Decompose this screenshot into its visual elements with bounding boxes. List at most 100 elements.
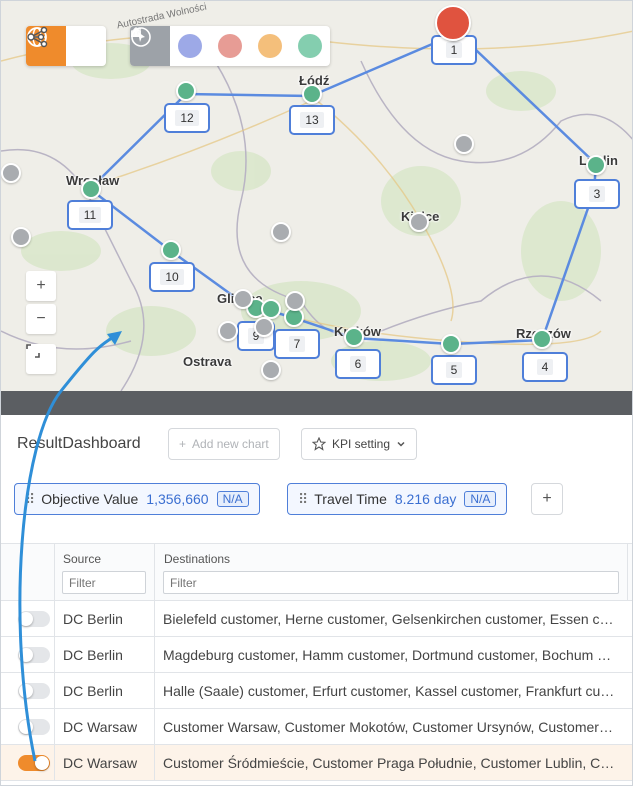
add-chart-button[interactable]: + Add new chart (168, 428, 280, 460)
stop-box-4[interactable]: 4 (522, 352, 568, 382)
row-toggle[interactable] (18, 683, 50, 699)
column-header-destinations[interactable]: Destinations (164, 552, 230, 566)
stop-box-12[interactable]: 12 (164, 103, 210, 133)
column-divider (54, 601, 55, 637)
kpi-value: 1,356,660 (146, 491, 209, 507)
inactive-pin[interactable] (11, 227, 31, 247)
stop-box-3[interactable]: 3 (574, 179, 620, 209)
stop-box-7[interactable]: 7 (274, 329, 320, 359)
inactive-pin[interactable] (218, 321, 238, 341)
route-map[interactable]: Autostrada Wolności Łódź Wrocław Kielce … (1, 1, 632, 391)
row-toggle[interactable] (18, 647, 50, 663)
table-row[interactable]: DC Berlin Magdeburg customer, Hamm custom… (1, 637, 632, 673)
inactive-pin[interactable] (261, 360, 281, 380)
map-tools (130, 26, 330, 66)
panel-resize-handle[interactable] (1, 391, 632, 415)
drag-handle-icon[interactable]: ⠿ (298, 491, 308, 508)
table-body: DC Berlin Bielefeld customer, Herne custo… (1, 601, 632, 781)
zoom-in-button[interactable]: + (26, 271, 56, 301)
stop-box-10[interactable]: 10 (149, 262, 195, 292)
plus-icon: + (179, 437, 187, 451)
stop-number: 13 (300, 112, 324, 128)
column-divider (54, 745, 55, 781)
customer-pin[interactable] (176, 81, 196, 101)
customer-pin[interactable] (344, 327, 364, 347)
inactive-pin[interactable] (454, 134, 474, 154)
kpi-value: 8.216 day (394, 491, 457, 507)
column-divider (54, 544, 55, 601)
city-label-ostrava: Ostrava (183, 354, 232, 369)
column-divider (154, 637, 155, 673)
add-transfer-button[interactable] (132, 26, 330, 66)
table-row[interactable]: DC Berlin Bielefeld customer, Herne custo… (1, 601, 632, 637)
table-header: Source Destinations (1, 544, 632, 601)
destinations-cell: Bielefeld customer, Herne customer, Gels… (163, 611, 615, 627)
fit-view-button[interactable] (26, 344, 56, 374)
customer-pin[interactable] (586, 155, 606, 175)
table-row[interactable]: DC Warsaw Customer Śródmieście, Customer … (1, 745, 632, 781)
column-divider (54, 709, 55, 745)
source-cell: DC Berlin (63, 611, 123, 627)
stop-box-6[interactable]: 6 (335, 349, 381, 379)
map-mode-toggle (26, 26, 106, 66)
inactive-pin[interactable] (409, 212, 429, 232)
stop-number: 3 (588, 186, 606, 202)
kpi-setting-button[interactable]: KPI setting (301, 428, 418, 460)
add-warehouse-icon (131, 28, 242, 58)
destinations-cell: Magdeburg customer, Hamm customer, Dortm… (163, 647, 615, 663)
inactive-pin[interactable] (271, 222, 291, 242)
kpi-label: Objective Value (41, 491, 139, 507)
column-divider (154, 673, 155, 709)
inactive-pin[interactable] (285, 291, 305, 311)
customer-pin[interactable] (302, 84, 322, 104)
customer-pin[interactable] (532, 329, 552, 349)
kpi-card-objective[interactable]: ⠿ Objective Value 1,356,660 N/A (14, 483, 260, 515)
customer-pin[interactable] (261, 299, 281, 319)
column-divider (54, 637, 55, 673)
source-cell: DC Berlin (63, 647, 123, 663)
kpi-card-travel-time[interactable]: ⠿ Travel Time 8.216 day N/A (287, 483, 508, 515)
graph-icon (27, 26, 48, 48)
column-divider (54, 673, 55, 709)
add-factory-icon (131, 28, 282, 58)
chevron-down-icon (397, 441, 405, 447)
column-divider (154, 709, 155, 745)
stop-box-13[interactable]: 13 (289, 105, 335, 135)
customer-pin[interactable] (441, 334, 461, 354)
add-factory-button[interactable] (131, 26, 290, 66)
column-divider (154, 745, 155, 781)
add-kpi-button[interactable]: + (531, 483, 563, 515)
route-table: Source Destinations DC Berlin Bielefeld c… (1, 543, 632, 781)
inactive-pin[interactable] (254, 317, 274, 337)
source-cell: DC Warsaw (63, 719, 138, 735)
depot-marker[interactable] (435, 5, 471, 41)
app-window: Autostrada Wolności Łódź Wrocław Kielce … (0, 0, 633, 786)
customer-pin[interactable] (161, 240, 181, 260)
panel-title-result: Result (17, 435, 63, 452)
stop-box-11[interactable]: 11 (67, 200, 113, 230)
inactive-pin[interactable] (1, 163, 21, 183)
drag-handle-icon[interactable]: ⠿ (25, 491, 35, 508)
stop-number: 12 (175, 110, 199, 126)
panel-title-dashboard: Dashboard (62, 435, 141, 452)
column-divider (627, 544, 628, 601)
source-filter-input[interactable] (62, 571, 146, 594)
add-customer-button[interactable] (131, 26, 210, 66)
row-toggle[interactable] (18, 755, 50, 771)
table-row[interactable]: DC Warsaw Customer Warsaw, Customer Mokot… (1, 709, 632, 745)
star-icon (312, 437, 326, 451)
add-warehouse-button[interactable] (131, 26, 250, 66)
destinations-cell: Customer Warsaw, Customer Mokotów, Custo… (163, 719, 615, 735)
stop-number: 11 (78, 207, 102, 223)
row-toggle[interactable] (18, 611, 50, 627)
customer-pin[interactable] (81, 179, 101, 199)
inactive-pin[interactable] (233, 289, 253, 309)
column-divider (154, 601, 155, 637)
zoom-out-button[interactable]: − (26, 304, 56, 334)
table-row[interactable]: DC Berlin Halle (Saale) customer, Erfurt … (1, 673, 632, 709)
column-header-source[interactable]: Source (63, 552, 101, 566)
stop-box-5[interactable]: 5 (431, 355, 477, 385)
network-view-button[interactable] (27, 26, 106, 66)
row-toggle[interactable] (18, 719, 50, 735)
destinations-filter-input[interactable] (163, 571, 619, 594)
